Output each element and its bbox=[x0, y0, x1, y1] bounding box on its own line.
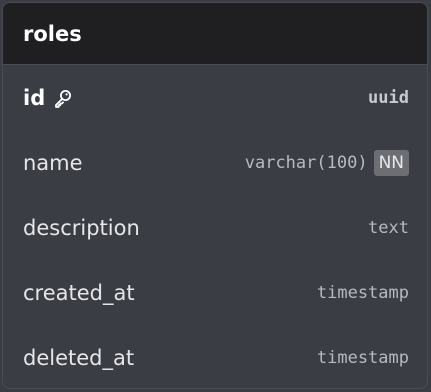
key-icon bbox=[53, 88, 73, 108]
column-row-name[interactable]: name varchar(100) NN bbox=[3, 130, 427, 195]
column-name: description bbox=[23, 215, 140, 240]
column-row-created-at[interactable]: created_at timestamp bbox=[3, 260, 427, 325]
column-name: name bbox=[23, 150, 83, 175]
column-name: created_at bbox=[23, 280, 135, 305]
column-meta: text bbox=[368, 218, 409, 238]
column-type: timestamp bbox=[316, 347, 409, 368]
column-name: id bbox=[23, 86, 73, 110]
column-meta: varchar(100) NN bbox=[244, 149, 409, 176]
column-meta: timestamp bbox=[317, 348, 409, 368]
table-header[interactable]: roles bbox=[3, 3, 427, 65]
column-meta: uuid bbox=[368, 88, 409, 108]
column-name: deleted_at bbox=[23, 345, 135, 370]
table-node-roles[interactable]: roles id uuid name varchar(100) NN descr… bbox=[2, 2, 428, 389]
column-name-text: id bbox=[23, 85, 46, 110]
column-row-deleted-at[interactable]: deleted_at timestamp bbox=[3, 325, 427, 388]
column-list: id uuid name varchar(100) NN description… bbox=[3, 65, 427, 388]
table-title: roles bbox=[23, 21, 82, 46]
column-row-id[interactable]: id uuid bbox=[3, 65, 427, 130]
column-meta: timestamp bbox=[317, 283, 409, 303]
column-row-description[interactable]: description text bbox=[3, 195, 427, 260]
not-null-badge: NN bbox=[373, 149, 409, 176]
column-type: text bbox=[368, 217, 409, 238]
column-type: timestamp bbox=[316, 282, 409, 303]
column-type: varchar(100) bbox=[244, 152, 368, 173]
column-type: uuid bbox=[368, 87, 409, 108]
